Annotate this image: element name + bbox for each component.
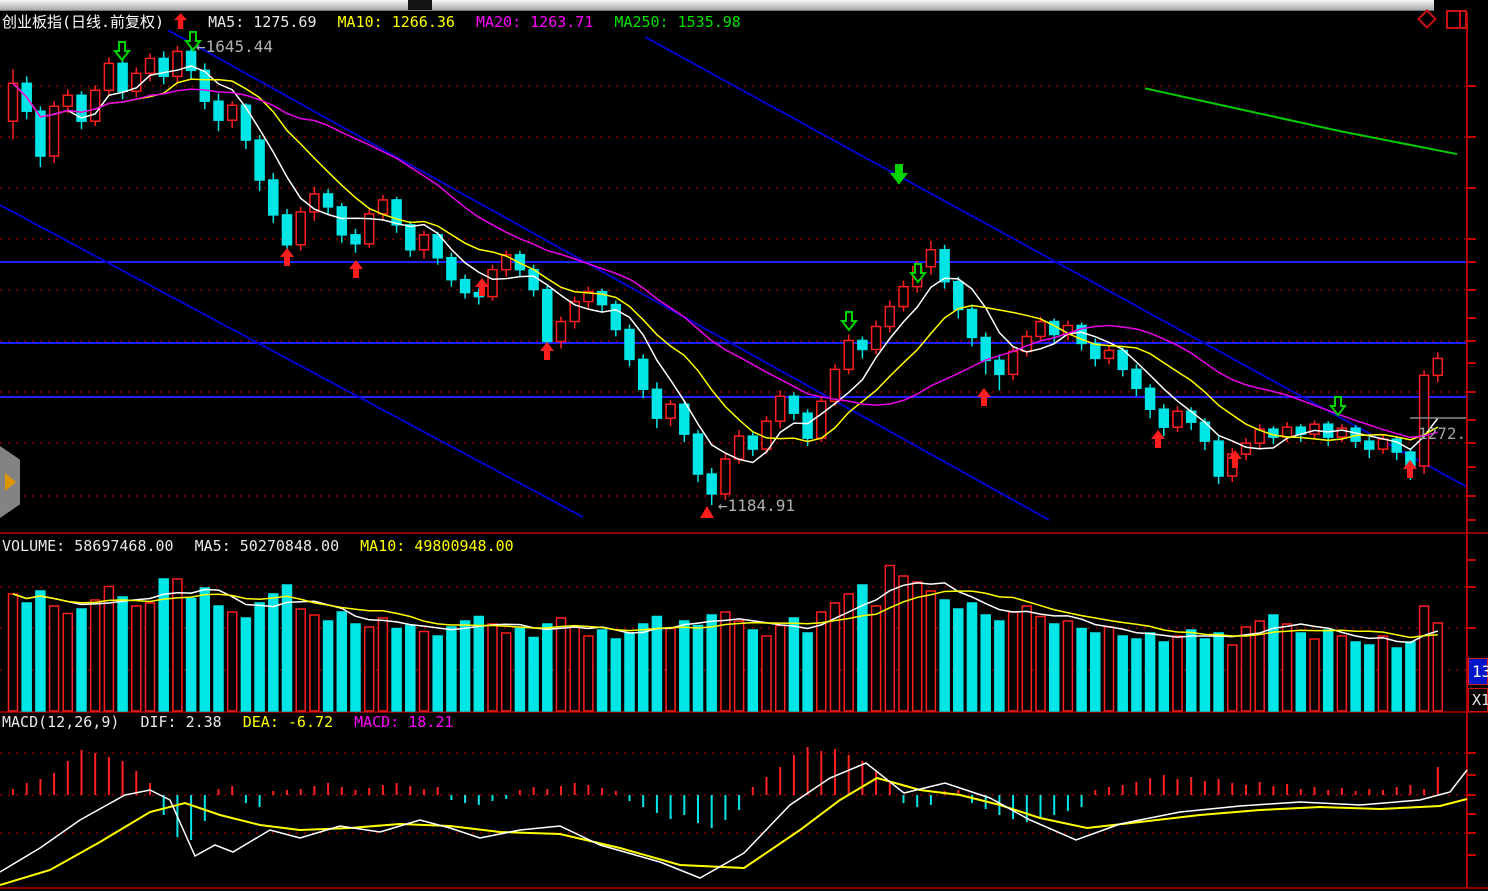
- trough-marker-icon: [700, 506, 714, 518]
- sell-arrow-icon: [892, 165, 906, 183]
- ma5-readout: MA5: 1275.69: [208, 13, 316, 31]
- dea-readout: DEA: -6.72: [243, 713, 333, 731]
- candlestick-layer: [9, 46, 1443, 505]
- buy-arrow-icon: [540, 342, 554, 360]
- red-up-arrow-icon: [174, 13, 187, 29]
- svg-text:←1645.44: ←1645.44: [196, 37, 273, 56]
- chart-canvas[interactable]: ←1645.44 ←1184.91 1272.: [0, 0, 1488, 891]
- volume-ma5-readout: MA5: 50270848.00: [195, 537, 340, 555]
- volume-bars-layer: [9, 566, 1443, 712]
- ma250-readout: MA250: 1535.98: [614, 13, 740, 31]
- sell-arrow-icon: [115, 42, 129, 60]
- layout-icon-divider: [1459, 12, 1461, 27]
- buy-arrow-icon: [977, 388, 991, 406]
- macd-value-readout: MACD: 18.21: [354, 713, 453, 731]
- scale-badge[interactable]: 13: [1468, 658, 1488, 685]
- title-bar-notch: [408, 0, 432, 10]
- volume-panel-header: VOLUME: 58697468.00 MA5: 50270848.00 MA1…: [2, 537, 526, 555]
- buy-arrow-icon: [280, 248, 294, 266]
- layout-icon[interactable]: [1446, 10, 1467, 29]
- macd-params-readout: MACD(12,26,9): [2, 713, 119, 731]
- volume-readout: VOLUME: 58697468.00: [2, 537, 174, 555]
- chart-window: 创业板指(日线.前复权) MA5: 1275.69 MA10: 1266.36 …: [0, 0, 1488, 891]
- buy-arrow-icon: [1151, 430, 1165, 448]
- signal-layer: [115, 32, 1417, 478]
- sell-arrow-icon: [842, 312, 856, 330]
- svg-text:←1184.91: ←1184.91: [718, 496, 795, 515]
- instrument-title: 创业板指(日线.前复权): [2, 13, 164, 31]
- macd-panel-header: MACD(12,26,9) DIF: 2.38 DEA: -6.72 MACD:…: [2, 713, 465, 731]
- dif-readout: DIF: 2.38: [140, 713, 221, 731]
- ma20-readout: MA20: 1263.71: [476, 13, 593, 31]
- title-bar-strip: [0, 0, 1434, 11]
- macd-layer: [0, 747, 1467, 885]
- expand-arrow-icon: [5, 473, 16, 491]
- ma10-readout: MA10: 1266.36: [338, 13, 455, 31]
- zoom-badge[interactable]: X1: [1468, 688, 1488, 712]
- svg-text:1272.: 1272.: [1418, 424, 1466, 443]
- volume-ma10-readout: MA10: 49800948.00: [360, 537, 514, 555]
- price-ma-layer: [13, 66, 1438, 462]
- price-panel-header: 创业板指(日线.前复权) MA5: 1275.69 MA10: 1266.36 …: [2, 11, 753, 32]
